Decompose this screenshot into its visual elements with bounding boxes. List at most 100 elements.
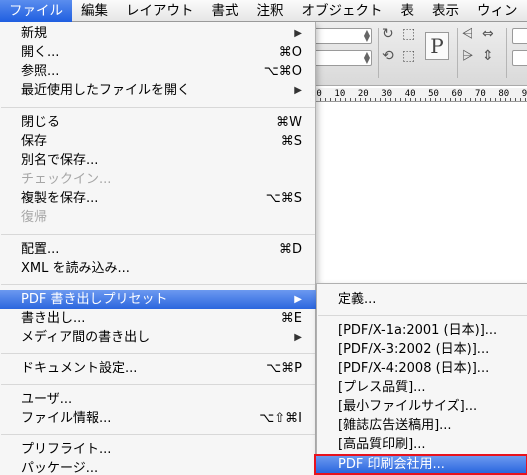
ruler-tick-label: 30 (381, 89, 393, 99)
menu-item-open-recent[interactable]: 最近使用したファイルを開く ▶ (0, 81, 316, 100)
submenu-item-pdfx4[interactable]: [PDF/X-4:2008 (日本)]... (317, 359, 527, 378)
menu-item-save-as[interactable]: 別名で保存... (0, 151, 316, 170)
menu-layout[interactable]: レイアウト (117, 0, 203, 22)
menu-item-package[interactable]: パッケージ... (0, 459, 316, 475)
menu-item-pdf-export-presets[interactable]: PDF 書き出しプリセット ▶ (0, 290, 316, 309)
submenu-item-label: [最小ファイルサイズ]... (338, 399, 478, 414)
submenu-arrow-icon: ▶ (294, 332, 302, 343)
submenu-item-high-quality-print[interactable]: [高品質印刷]... (317, 435, 527, 454)
submenu-item-label: [PDF/X-4:2008 (日本)]... (338, 361, 490, 376)
weight-icon[interactable]: ⬚ (402, 48, 415, 64)
submenu-item-label: [雑誌広告送稿用]... (338, 418, 452, 433)
stroke-icon[interactable]: ⬚ (402, 26, 415, 42)
ruler-tick-label: 70 (474, 89, 486, 99)
align-bottom-icon[interactable]: ⩥ (462, 48, 473, 64)
menu-notes[interactable]: 注釈 (248, 0, 293, 22)
menu-item-file-info[interactable]: ファイル情報... ⌥⇧⌘I (0, 409, 316, 428)
menu-item-label: ドキュメント設定... (21, 361, 138, 376)
control-field-1[interactable]: ▲ ▼ (314, 28, 372, 44)
submenu-item-label: [PDF/X-3:2002 (日本)]... (338, 342, 490, 357)
menu-item-label: 複製を保存... (21, 191, 99, 206)
menu-type[interactable]: 書式 (203, 0, 248, 22)
menu-file[interactable]: ファイル (0, 0, 72, 22)
ruler-tick-label: 80 (498, 89, 510, 99)
shortcut-label: ⌥⌘O (263, 64, 302, 79)
pdf-presets-submenu: 定義... [PDF/X-1a:2001 (日本)]... [PDF/X-3:2… (314, 283, 527, 475)
ruler-tick-label: 10 (334, 89, 346, 99)
stepper-icon[interactable]: ▲ ▼ (364, 29, 370, 43)
ruler-tick-label: 20 (357, 89, 369, 99)
submenu-item-printer-preset[interactable]: PDF 印刷会社用... (314, 454, 527, 475)
submenu-item-press-quality[interactable]: [プレス品質]... (317, 378, 527, 397)
menu-object[interactable]: オブジェクト (293, 0, 392, 22)
menu-item-label: チェックイン... (21, 172, 112, 187)
menu-item-label: XML を読み込み... (21, 261, 130, 276)
submenu-item-label: 定義... (338, 292, 377, 307)
flip-horizontal-icon[interactable]: ⇔ (482, 26, 494, 42)
menu-table[interactable]: 表 (392, 0, 424, 22)
menu-edit[interactable]: 編集 (72, 0, 117, 22)
submenu-item-magazine-ad[interactable]: [雑誌広告送稿用]... (317, 416, 527, 435)
shortcut-label: ⌘E (280, 311, 302, 326)
menu-item-new[interactable]: 新規 ▶ (0, 24, 316, 43)
menu-separator (1, 384, 315, 385)
ruler-tick-label: 40 (404, 89, 416, 99)
control-field-3[interactable] (512, 28, 527, 44)
menu-item-import-xml[interactable]: XML を読み込み... (0, 259, 316, 278)
menu-bar: ファイル 編集 レイアウト 書式 注釈 オブジェクト 表 表示 ウィン (0, 0, 527, 22)
submenu-arrow-icon: ▶ (294, 294, 302, 305)
shortcut-label: ⌥⌘P (266, 361, 302, 376)
control-field-4[interactable] (512, 50, 527, 66)
menu-separator (318, 315, 527, 316)
menu-separator (1, 353, 315, 354)
submenu-item-label: [プレス品質]... (338, 380, 426, 395)
menu-item-label: 参照... (21, 64, 60, 79)
shortcut-label: ⌥⌘S (265, 191, 302, 206)
menu-view[interactable]: 表示 (423, 0, 468, 22)
ruler-tick-label: 60 (451, 89, 463, 99)
menu-window[interactable]: ウィン (468, 0, 527, 22)
stepper-icon[interactable]: ▲ ▼ (364, 51, 370, 65)
submenu-item-pdfx1a[interactable]: [PDF/X-1a:2001 (日本)]... (317, 321, 527, 340)
shortcut-label: ⌥⇧⌘I (259, 411, 302, 426)
file-menu: 新規 ▶ 開く... ⌘O 参照... ⌥⌘O 最近使用したファイルを開く ▶ 閉じる ⌘… (0, 22, 316, 475)
menu-item-close[interactable]: 閉じる ⌘W (0, 113, 316, 132)
menu-item-document-setup[interactable]: ドキュメント設定... ⌥⌘P (0, 359, 316, 378)
menu-item-label: 復帰 (21, 210, 48, 225)
menu-item-save-copy[interactable]: 複製を保存... ⌥⌘S (0, 189, 316, 208)
menu-item-save[interactable]: 保存 ⌘S (0, 132, 316, 151)
menu-separator (1, 234, 315, 235)
menu-item-label: 開く... (21, 45, 60, 60)
menu-item-label: メディア間の書き出し (21, 330, 151, 345)
menu-separator (1, 434, 315, 435)
shortcut-label: ⌘O (278, 45, 302, 60)
frame-reference-icon[interactable]: P (425, 32, 449, 60)
ruler-tick-label: 90 (521, 89, 527, 99)
submenu-item-define[interactable]: 定義... (317, 290, 527, 309)
control-field-2[interactable]: ▲ ▼ (314, 50, 372, 66)
menu-item-label: ファイル情報... (21, 411, 112, 426)
menu-item-export[interactable]: 書き出し... ⌘E (0, 309, 316, 328)
submenu-arrow-icon: ▶ (294, 85, 302, 96)
menu-item-label: プリフライト... (21, 442, 112, 457)
shear-icon[interactable]: ⟲ (382, 48, 394, 64)
menu-item-preflight[interactable]: プリフライト... (0, 440, 316, 459)
menu-item-label: 別名で保存... (21, 153, 99, 168)
menu-item-user[interactable]: ユーザ... (0, 390, 316, 409)
menu-item-open[interactable]: 開く... ⌘O (0, 43, 316, 62)
submenu-item-pdfx3[interactable]: [PDF/X-3:2002 (日本)]... (317, 340, 527, 359)
submenu-item-smallest-size[interactable]: [最小ファイルサイズ]... (317, 397, 527, 416)
horizontal-ruler: 00 10 20 30 40 50 60 70 80 90 100 110 (310, 88, 527, 102)
align-top-icon[interactable]: ⩤ (462, 26, 473, 42)
menu-item-label: 配置... (21, 242, 60, 257)
menu-item-cross-media-export[interactable]: メディア間の書き出し ▶ (0, 328, 316, 347)
rotate-icon[interactable]: ↻ (382, 26, 394, 42)
menu-item-label: PDF 書き出しプリセット (21, 292, 168, 307)
shortcut-label: ⌘D (278, 242, 302, 257)
toolbar-divider (506, 28, 507, 78)
flip-vertical-icon[interactable]: ⇕ (482, 48, 494, 64)
menu-item-place[interactable]: 配置... ⌘D (0, 240, 316, 259)
toolbar-divider (378, 28, 379, 78)
menu-item-label: 閉じる (21, 115, 61, 130)
menu-item-browse[interactable]: 参照... ⌥⌘O (0, 62, 316, 81)
